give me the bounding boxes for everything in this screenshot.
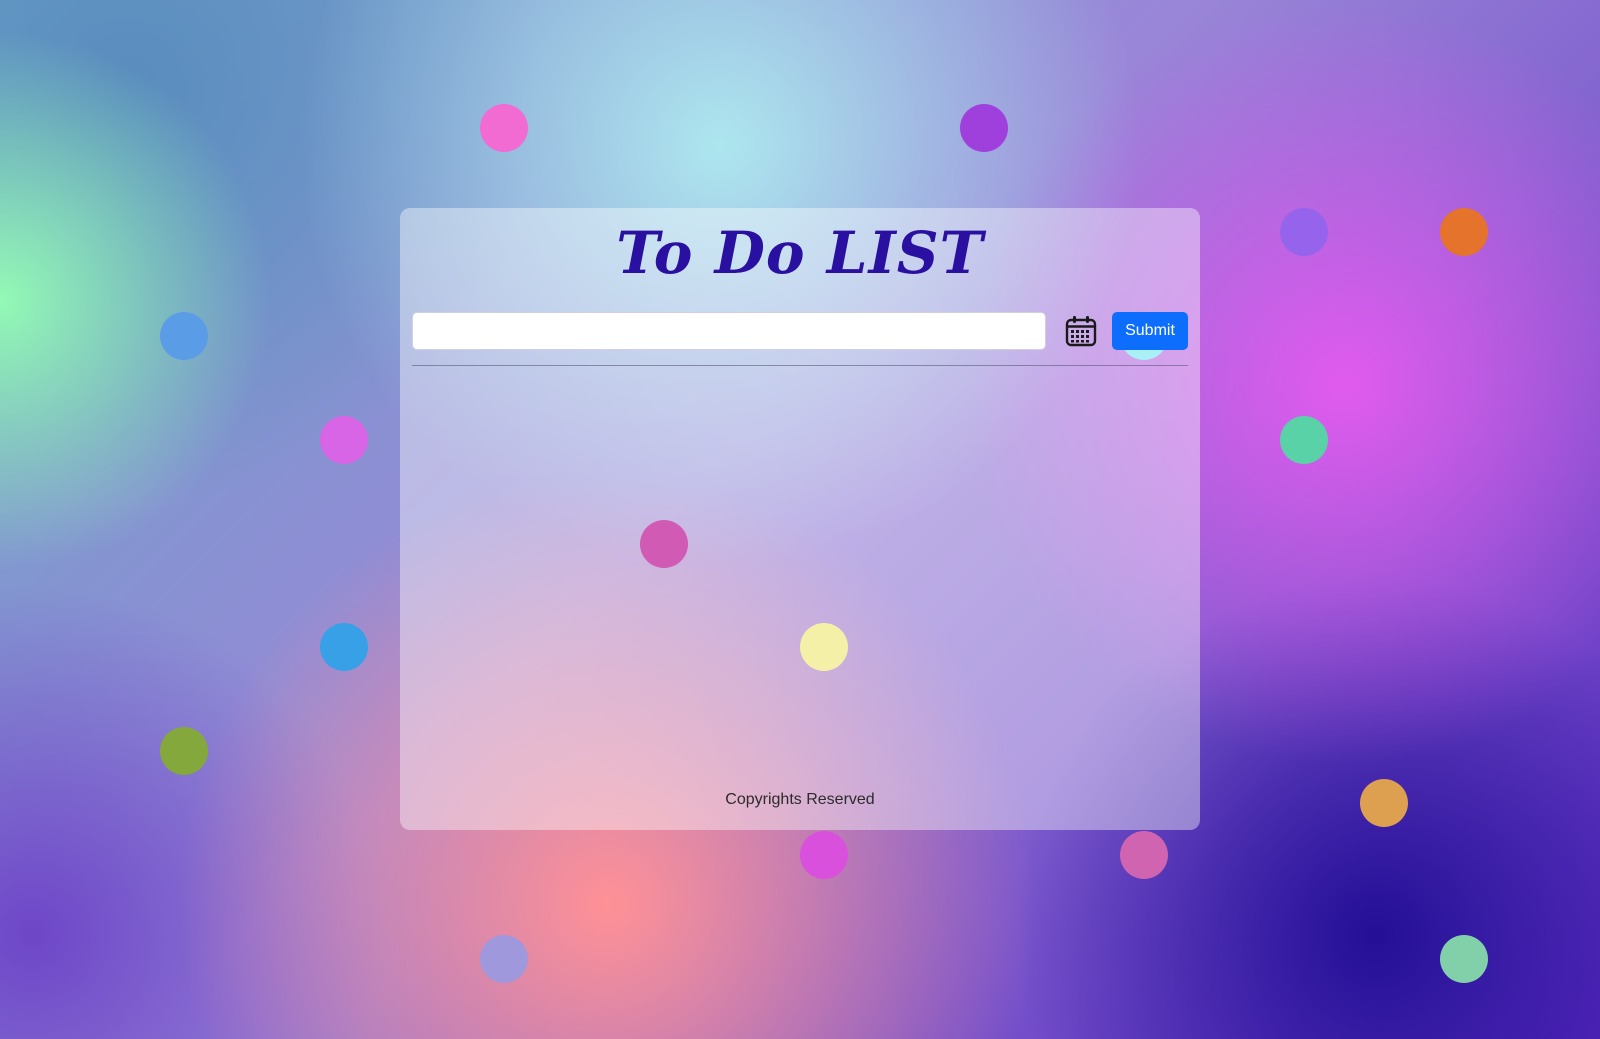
decorative-dot: [1280, 416, 1328, 464]
page-title: To Do LIST: [616, 219, 984, 287]
decorative-dot: [160, 312, 208, 360]
decorative-dot: [800, 831, 848, 879]
calendar-icon[interactable]: [1064, 314, 1098, 348]
decorative-dot: [320, 623, 368, 671]
submit-button[interactable]: Submit: [1112, 312, 1188, 350]
decorative-dot: [1280, 208, 1328, 256]
decorative-dot: [320, 416, 368, 464]
footer-text: Copyrights Reserved: [725, 791, 875, 808]
decorative-dot: [160, 727, 208, 775]
task-input[interactable]: [412, 312, 1046, 350]
decorative-dot: [480, 935, 528, 983]
task-list: [412, 374, 1188, 774]
decorative-dot: [1360, 779, 1408, 827]
decorative-dot: [1120, 831, 1168, 879]
todo-card: To Do LIST Submit Copyrights Reserved: [400, 208, 1200, 830]
divider: [412, 365, 1188, 366]
decorative-dot: [480, 104, 528, 152]
decorative-dot: [960, 104, 1008, 152]
decorative-dot: [1440, 208, 1488, 256]
decorative-dot: [1440, 935, 1488, 983]
